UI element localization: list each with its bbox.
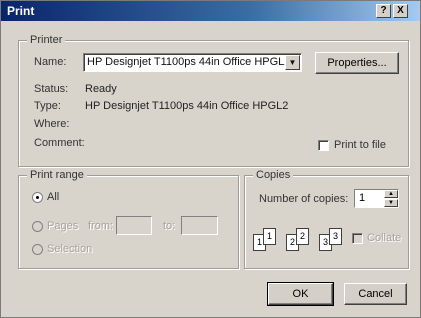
copies-legend: Copies [253,169,294,181]
title-bar: Print ? X [1,1,420,21]
pages-label: Pages [47,220,79,232]
copies-stepper[interactable]: 1 ▲ ▼ [354,189,399,208]
status-value: Ready [85,83,117,95]
to-label: to: [163,220,176,232]
collate-page: 2 [296,228,309,245]
type-label: Type: [34,100,61,112]
spin-down-icon[interactable]: ▼ [384,199,398,207]
all-label: All [47,191,60,203]
collate-checkbox[interactable] [352,233,363,244]
cancel-button[interactable]: Cancel [344,283,407,305]
where-label: Where: [34,118,70,130]
collate-page: 3 [329,228,342,245]
number-of-copies-label: Number of copies: [259,193,349,205]
close-button[interactable]: X [393,4,408,18]
status-label: Status: [34,83,69,95]
print-to-file-checkbox[interactable] [318,140,329,151]
ok-button[interactable]: OK [267,282,334,306]
chevron-down-icon[interactable]: ▼ [285,55,300,70]
type-value: HP Designjet T1100ps 44in Office HPGL2 [85,100,289,112]
printer-name-value: HP Designjet T1100ps 44in Office HPGL2 [87,56,291,68]
help-button[interactable]: ? [376,4,391,18]
comment-label: Comment: [34,137,85,149]
print-range-legend: Print range [27,169,87,181]
selection-radio[interactable] [32,244,43,255]
selection-label: Selection [47,243,93,255]
name-label: Name: [34,56,67,68]
spin-up-icon[interactable]: ▲ [384,190,398,198]
collate-page: 1 [263,228,276,245]
from-input[interactable] [116,216,152,235]
print-to-file-label: Print to file [334,139,386,151]
printer-legend: Printer [27,34,66,46]
to-input[interactable] [181,216,218,235]
pages-radio[interactable] [32,221,43,232]
from-label: from: [88,220,114,232]
copies-value: 1 [359,192,366,204]
window-title: Print [7,4,35,18]
print-dialog: Print ? X Printer Name: HP Designjet T11… [0,0,421,318]
properties-button[interactable]: Properties... [315,52,399,74]
all-radio[interactable] [32,192,43,203]
collate-label: Collate [367,232,402,244]
printer-name-select[interactable]: HP Designjet T1100ps 44in Office HPGL2 ▼ [83,53,302,72]
